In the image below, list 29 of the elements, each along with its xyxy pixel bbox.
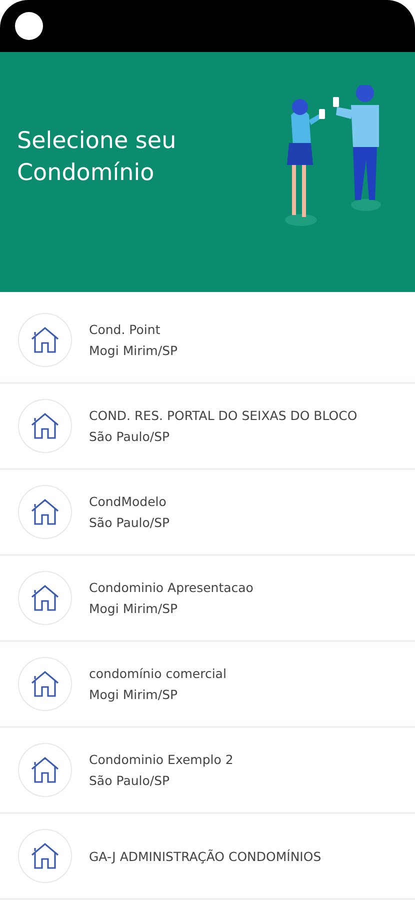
condominium-name: Condominio Apresentacao [89,580,254,595]
house-icon [29,496,61,528]
condominium-item[interactable]: COND. RES. PORTAL DO SEIXAS DO BLOCO São Paulo/SP [0,384,415,470]
condominium-item[interactable]: GA-J ADMINISTRAÇÃO CONDOMÍNIOS [0,814,415,900]
house-icon [29,668,61,700]
condominium-name: GA-J ADMINISTRAÇÃO CONDOMÍNIOS [89,848,322,864]
condominium-city: São Paulo/SP [89,429,171,444]
condominium-item[interactable]: Condominio Exemplo 2 São Paulo/SP [0,728,415,814]
condominium-item[interactable]: condomínio comercial Mogi Mirim/SP [0,642,415,728]
house-icon [29,754,61,786]
condominium-city: Mogi Mirim/SP [89,343,178,358]
house-icon [29,582,61,614]
condominium-name: COND. RES. PORTAL DO SEIXAS DO BLOCO [89,408,358,423]
condominium-name: Condominio Exemplo 2 [89,752,234,767]
condominium-city: São Paulo/SP [89,773,171,788]
condominium-name: condomínio comercial [89,666,226,681]
house-icon [29,410,61,442]
condominium-name: CondModelo [89,494,168,509]
condominium-item[interactable]: CondModelo São Paulo/SP [0,470,415,556]
condominium-city: Mogi Mirim/SP [89,687,179,702]
condominium-city: São Paulo/SP [89,515,170,530]
house-icon [29,324,61,356]
condominium-item[interactable]: Cond. Point Mogi Mirim/SP [0,298,415,384]
house-icon [29,840,61,872]
condominium-item[interactable]: Condominio Apresentacao Mogi Mirim/SP [0,556,415,642]
condominium-city: Mogi Mirim/SP [89,601,179,616]
condominium-name: Cond. Point [89,322,162,337]
camera-icon [15,12,43,40]
page-title: Selecione seu Condomínio [17,127,178,188]
